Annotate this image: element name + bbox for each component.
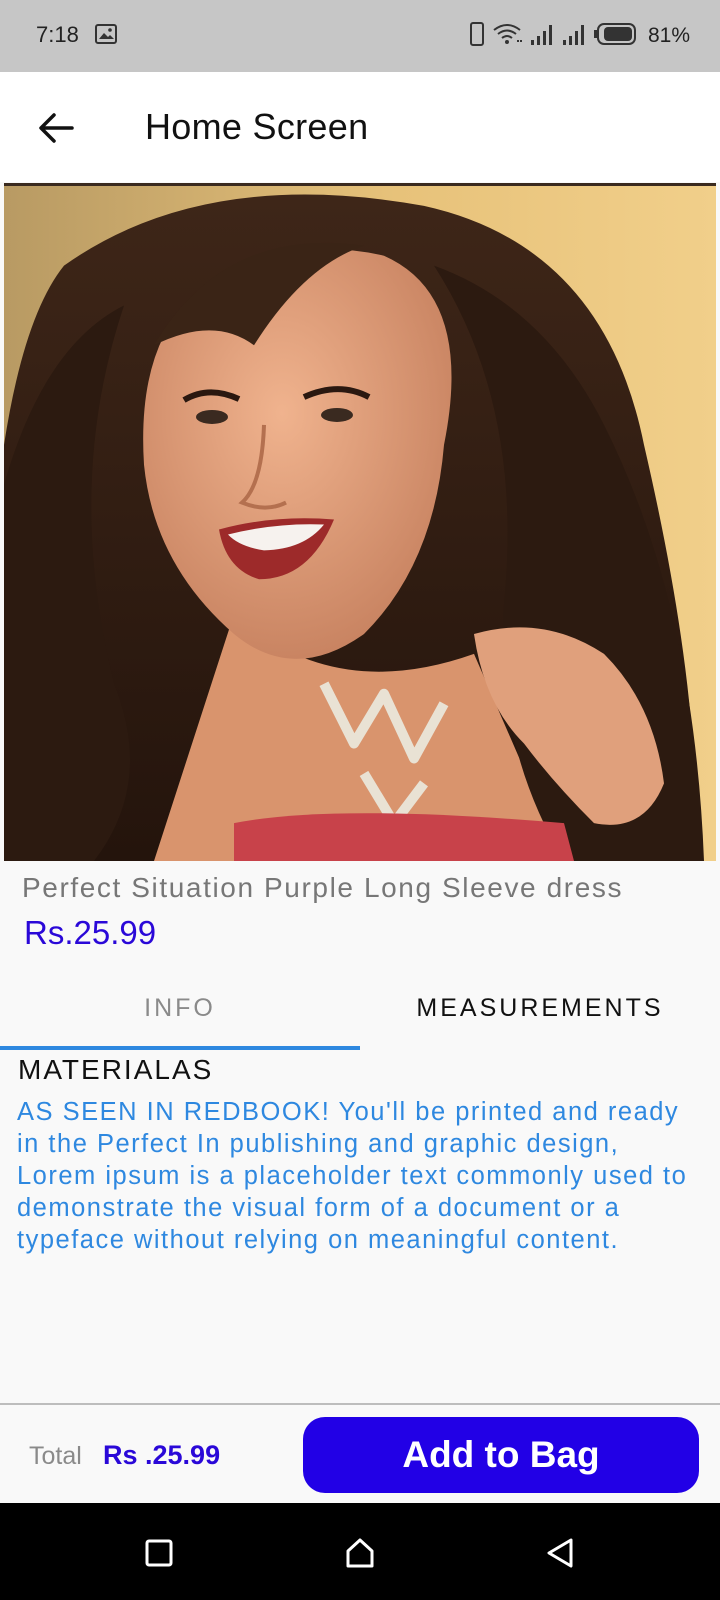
status-time: 7:18 bbox=[36, 22, 79, 47]
tab-bar: INFO MEASUREMENTS bbox=[0, 970, 720, 1050]
product-image bbox=[4, 183, 716, 861]
home-icon bbox=[346, 1538, 374, 1568]
materials-heading: MATERIALAS bbox=[18, 1054, 214, 1085]
status-icons: 81% bbox=[469, 21, 690, 51]
signal-icon bbox=[530, 22, 554, 51]
status-bar: 7:18 81% bbox=[0, 0, 720, 72]
product-price: Rs.25.99 bbox=[24, 914, 157, 951]
image-icon bbox=[95, 24, 117, 44]
tab-indicator bbox=[0, 1046, 360, 1050]
add-to-bag-button[interactable]: Add to Bag bbox=[303, 1417, 699, 1493]
system-nav-bar bbox=[0, 1503, 720, 1600]
back-button[interactable] bbox=[34, 106, 78, 150]
screen: 7:18 81% Home Screen Perfect Situation P… bbox=[0, 0, 720, 1600]
total-value: Rs .25.99 bbox=[103, 1440, 221, 1470]
total-label: Total bbox=[29, 1442, 82, 1470]
system-back-button[interactable] bbox=[538, 1531, 582, 1575]
page-title: Home Screen bbox=[145, 106, 369, 147]
battery-icon bbox=[593, 22, 636, 50]
checkout-bar: Total Rs .25.99 Add to Bag bbox=[0, 1405, 720, 1503]
battery-percent: 81% bbox=[647, 24, 690, 47]
recent-apps-button[interactable] bbox=[137, 1531, 181, 1575]
square-icon bbox=[145, 1539, 173, 1567]
wifi-icon bbox=[492, 22, 522, 51]
home-button[interactable] bbox=[338, 1531, 382, 1575]
tab-info[interactable]: INFO bbox=[0, 970, 360, 1046]
app-bar: Home Screen bbox=[0, 72, 720, 182]
product-name: Perfect Situation Purple Long Sleeve dre… bbox=[22, 872, 624, 903]
vibrate-icon bbox=[469, 21, 484, 51]
arrow-left-icon bbox=[39, 113, 74, 143]
tab-measurements[interactable]: MEASUREMENTS bbox=[360, 970, 720, 1046]
triangle-back-icon bbox=[547, 1538, 573, 1568]
product-description: AS SEEN IN REDBOOK! You'll be printed an… bbox=[17, 1098, 688, 1254]
signal-icon bbox=[562, 22, 586, 51]
